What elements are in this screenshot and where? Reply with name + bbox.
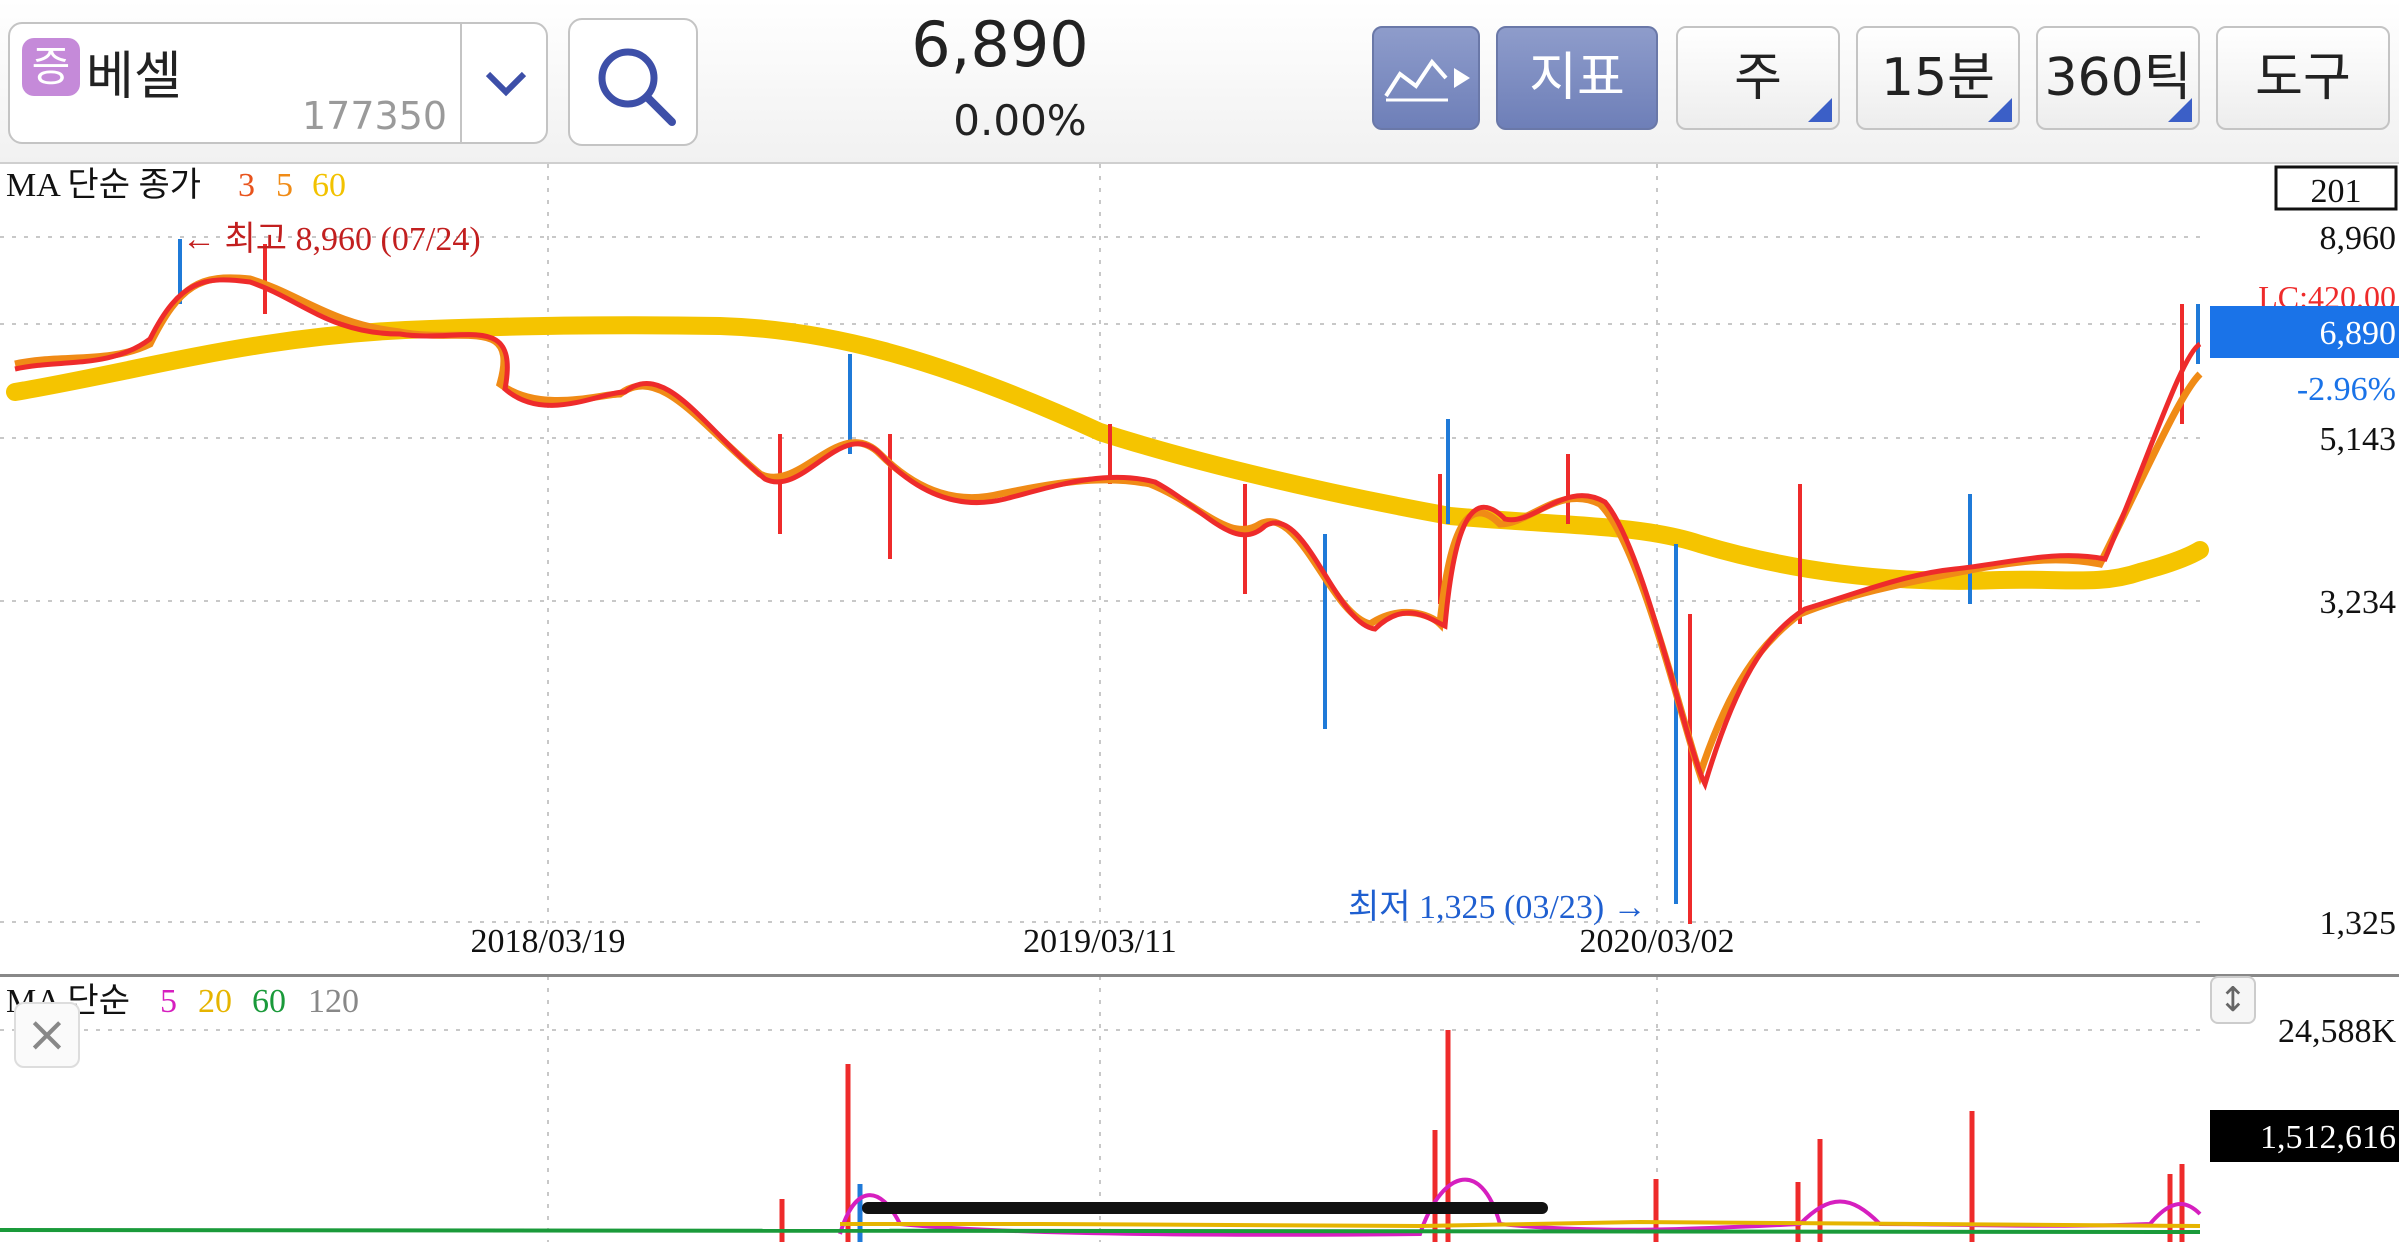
price-grid: [0, 164, 2205, 924]
home-indicator[interactable]: [862, 1202, 1548, 1214]
corner-triangle-icon: [2168, 98, 2192, 122]
search-button[interactable]: [568, 18, 698, 146]
panel-divider[interactable]: [0, 974, 2399, 977]
y-tick-label: 1,325: [2320, 905, 2397, 942]
period-button[interactable]: 주: [1676, 26, 1840, 130]
y-tick-label: 8,960: [2320, 220, 2397, 257]
indicator-button[interactable]: 지표: [1496, 26, 1658, 130]
count-box-label: 201: [2311, 173, 2362, 210]
x-tick-label: 2019/03/11: [1023, 923, 1177, 960]
panel-resize-handle[interactable]: ↕: [2210, 976, 2256, 1024]
chart-type-button[interactable]: [1372, 26, 1480, 130]
close-icon: ×: [26, 1005, 68, 1063]
volume-ma60-line: [0, 1228, 2201, 1234]
stock-dropdown-button[interactable]: [460, 24, 550, 142]
close-volume-panel-button[interactable]: ×: [14, 1002, 80, 1068]
tick-button[interactable]: 360틱: [2036, 26, 2200, 130]
ma3-line: [14, 277, 2202, 791]
volume-max-label: 24,588K: [2278, 1013, 2397, 1050]
stock-name: 베셀: [86, 47, 182, 107]
market-badge: 증: [22, 38, 80, 96]
corner-triangle-icon: [1808, 98, 1832, 122]
current-change-label: -2.96%: [2297, 371, 2396, 408]
search-icon: [598, 48, 676, 126]
stock-code: 177350: [302, 94, 448, 138]
x-tick-label: 2018/03/19: [471, 923, 626, 960]
x-tick-label: 2020/03/02: [1580, 923, 1735, 960]
chevron-down-icon: [485, 71, 527, 97]
volume-legend-ma5: 5: [160, 983, 177, 1020]
top-toolbar: 증 베셀 177350 6,890 0.00% 지표 주 15분 360틱 도구: [0, 0, 2399, 164]
period-label: 주: [1734, 48, 1782, 108]
volume-legend-ma120: 120: [308, 983, 359, 1020]
y-tick-label: 3,234: [2320, 584, 2397, 621]
resize-vertical-icon: ↕: [2218, 980, 2248, 1020]
price-legend-ma5: 5: [276, 167, 293, 204]
volume-ma20-line: [840, 1219, 2201, 1229]
ma5-line: [14, 274, 2203, 786]
volume-legend-ma60: 60: [252, 983, 286, 1020]
line-chart-icon: [1384, 58, 1470, 102]
ma60-line: [6, 316, 2209, 590]
low-annotation: 최저 1,325 (03/23) →: [1348, 889, 1647, 926]
current-price-tag-label: 6,890: [2320, 315, 2397, 352]
price-legend-ma60: 60: [312, 167, 346, 204]
y-tick-label: 5,143: [2320, 421, 2397, 458]
minute-label: 15분: [1880, 48, 1995, 108]
corner-triangle-icon: [1988, 98, 2012, 122]
chart-canvas[interactable]: MA 단순 종가 3 5 60 ← 최고 8,960 (07/24) 최저 1,…: [0, 164, 2399, 1242]
price-legend-prefix: MA 단순 종가: [6, 167, 201, 204]
volume-legend-ma20: 20: [198, 983, 232, 1020]
stock-selector[interactable]: 증 베셀 177350: [8, 22, 548, 144]
current-price: 6,890: [911, 8, 1089, 81]
tools-button[interactable]: 도구: [2216, 26, 2390, 130]
current-volume-label: 1,512,616: [2260, 1119, 2396, 1156]
high-annotation: ← 최고 8,960 (07/24): [182, 221, 481, 258]
change-rate: 0.00%: [953, 96, 1087, 145]
minute-button[interactable]: 15분: [1856, 26, 2020, 130]
price-legend-ma3: 3: [238, 167, 255, 204]
